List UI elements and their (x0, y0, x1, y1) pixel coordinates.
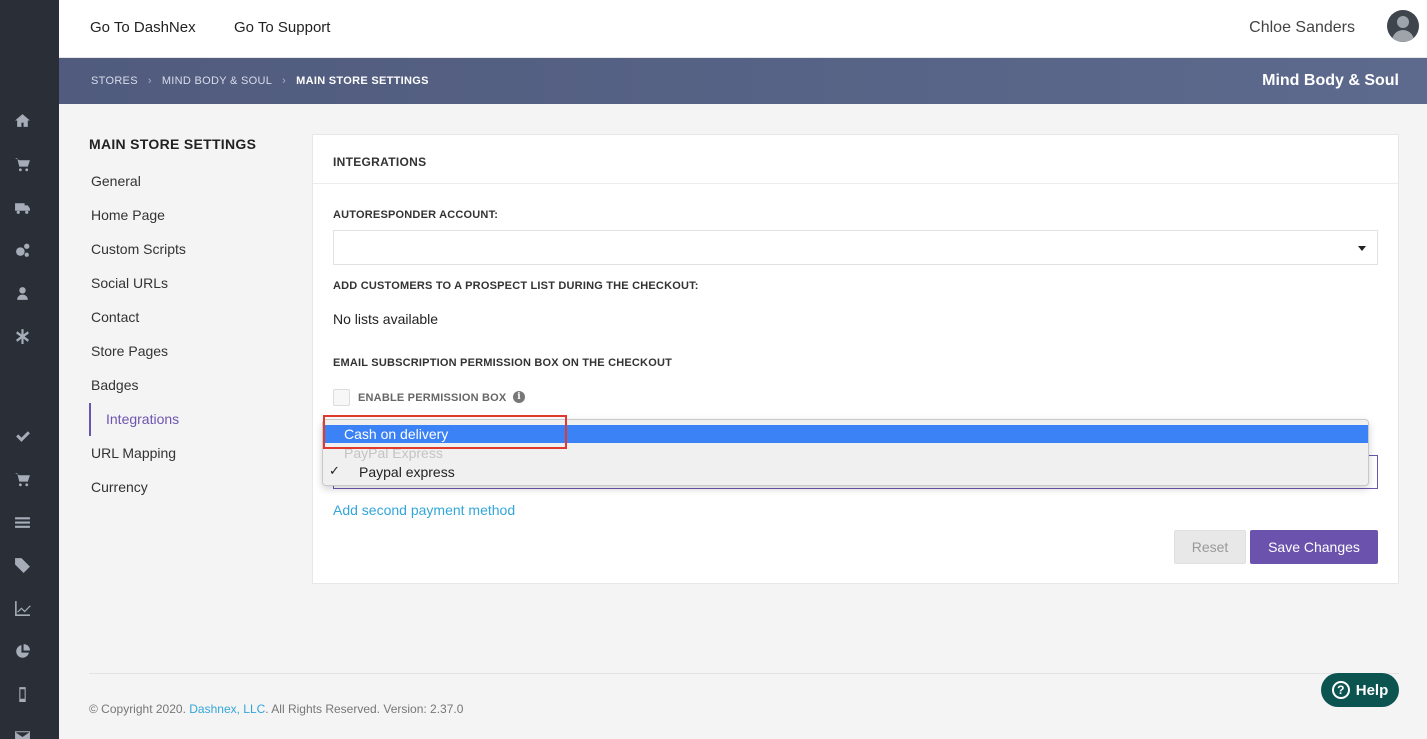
goto-dashnex-link[interactable]: Go To DashNex (90, 19, 196, 36)
autoresponder-label: AUTORESPONDER ACCOUNT: (333, 209, 499, 221)
option-paypal-express[interactable]: ✓ Paypal express (323, 463, 1368, 481)
user-name[interactable]: Chloe Sanders (1249, 19, 1355, 37)
nav-item-currency[interactable]: Currency (91, 479, 148, 495)
prospect-list-value: No lists available (333, 311, 439, 327)
cart-icon[interactable] (13, 470, 31, 488)
panel-header: INTEGRATIONS (313, 135, 1398, 184)
help-label: Help (1355, 681, 1389, 699)
breadcrumb-item-current: MAIN STORE SETTINGS (296, 75, 429, 87)
save-changes-button[interactable]: Save Changes (1250, 530, 1378, 564)
chevron-right-icon: › (147, 75, 152, 87)
help-button[interactable]: ? Help (1321, 673, 1399, 707)
gears-icon[interactable] (13, 241, 31, 259)
left-rail (0, 0, 59, 739)
footer-divider (89, 673, 1399, 674)
active-nav-marker (89, 403, 91, 436)
chevron-right-icon: › (282, 75, 287, 87)
nav-item-home-page[interactable]: Home Page (91, 207, 165, 223)
list-icon[interactable] (13, 513, 31, 531)
mobile-icon[interactable] (13, 685, 31, 703)
breadcrumb-band: STORES › MIND BODY & SOUL › MAIN STORE S… (59, 58, 1427, 104)
home-icon[interactable] (13, 111, 31, 129)
copyright-text: © Copyright 2020. (89, 702, 186, 716)
prospect-list-label: ADD CUSTOMERS TO A PROSPECT LIST DURING … (333, 280, 699, 292)
asterisk-icon[interactable] (13, 327, 31, 345)
avatar[interactable] (1387, 10, 1419, 42)
checkmark-icon: ✓ (329, 464, 340, 479)
enable-permission-label: ENABLE PERMISSION BOX (358, 392, 507, 404)
nav-item-custom-scripts[interactable]: Custom Scripts (91, 241, 186, 257)
user-icon[interactable] (13, 284, 31, 302)
autoresponder-select[interactable] (333, 230, 1378, 265)
nav-item-store-pages[interactable]: Store Pages (91, 343, 168, 359)
goto-support-link[interactable]: Go To Support (234, 19, 330, 36)
tags-icon[interactable] (13, 556, 31, 574)
company-link[interactable]: Dashnex, LLC (189, 702, 265, 716)
option-label: Paypal express (359, 464, 455, 480)
top-bar: Go To DashNex Go To Support Chloe Sander… (59, 0, 1427, 58)
enable-permission-checkbox[interactable] (333, 389, 350, 406)
highlight-annotation-box (323, 415, 567, 449)
pie-chart-icon[interactable] (13, 642, 31, 660)
cart-icon[interactable] (13, 155, 31, 173)
nav-item-general[interactable]: General (91, 173, 141, 189)
nav-item-badges[interactable]: Badges (91, 377, 138, 393)
breadcrumb-item-store[interactable]: MIND BODY & SOUL (162, 75, 272, 87)
nav-item-integrations[interactable]: Integrations (106, 411, 179, 427)
add-second-payment-link[interactable]: Add second payment method (333, 502, 515, 518)
settings-nav-title: MAIN STORE SETTINGS (89, 136, 257, 152)
panel-title: INTEGRATIONS (333, 155, 427, 169)
integrations-panel: INTEGRATIONS AUTORESPONDER ACCOUNT: ADD … (312, 134, 1399, 584)
nav-item-social-urls[interactable]: Social URLs (91, 275, 168, 291)
nav-item-contact[interactable]: Contact (91, 309, 139, 325)
email-permission-label: EMAIL SUBSCRIPTION PERMISSION BOX ON THE… (333, 357, 673, 369)
breadcrumb: STORES › MIND BODY & SOUL › MAIN STORE S… (91, 75, 429, 87)
store-name: Mind Body & Soul (1262, 72, 1399, 89)
breadcrumb-item-stores[interactable]: STORES (91, 75, 138, 87)
nav-item-url-mapping[interactable]: URL Mapping (91, 445, 176, 461)
envelope-icon[interactable] (13, 727, 31, 739)
rights-text: . All Rights Reserved. Version: 2.37.0 (265, 702, 464, 716)
reset-button[interactable]: Reset (1174, 530, 1246, 564)
caret-down-icon (1358, 246, 1366, 251)
footer: © Copyright 2020. Dashnex, LLC. All Righ… (89, 702, 463, 716)
info-icon[interactable]: i (513, 391, 525, 403)
line-chart-icon[interactable] (13, 599, 31, 617)
question-circle-icon: ? (1331, 681, 1350, 699)
truck-icon[interactable] (13, 198, 31, 216)
check-icon[interactable] (13, 427, 31, 445)
